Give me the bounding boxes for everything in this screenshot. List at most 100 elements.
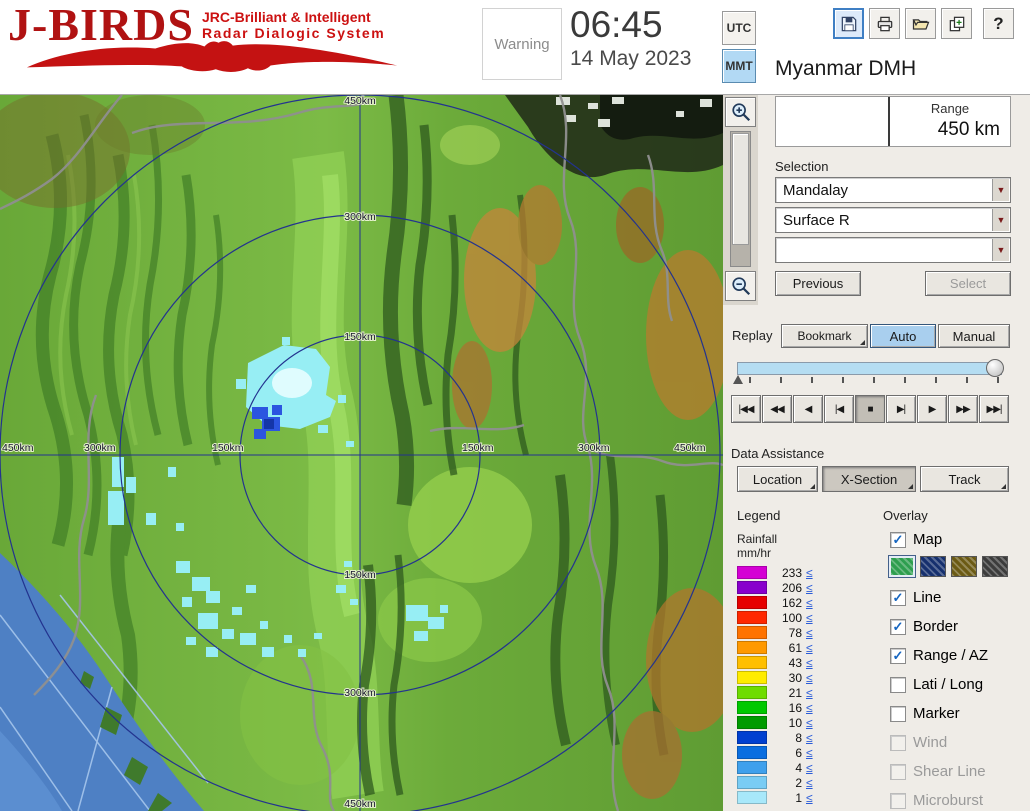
site-select[interactable]: Mandalay ▼	[775, 177, 1011, 203]
save-button[interactable]	[833, 8, 864, 39]
legend-threshold-link[interactable]: ≤	[806, 581, 813, 595]
legend-color-swatch	[737, 776, 767, 789]
bookmark-button[interactable]: Bookmark	[781, 324, 868, 348]
border-checkbox[interactable]: ✓	[890, 619, 906, 635]
station-title: Myanmar DMH	[775, 57, 916, 81]
legend-row: 1≤	[737, 790, 857, 805]
fast-rewind-button[interactable]: ◀◀	[762, 395, 792, 423]
legend-threshold-link[interactable]: ≤	[806, 611, 813, 625]
fast-forward-button[interactable]: ▶▶	[948, 395, 978, 423]
legend-threshold-link[interactable]: ≤	[806, 716, 813, 730]
legend-threshold-link[interactable]: ≤	[806, 746, 813, 760]
ring-label: 150km	[344, 331, 376, 343]
product-select[interactable]: Surface R ▼	[775, 207, 1011, 233]
legend-color-swatch	[737, 596, 767, 609]
timezone-toggle: UTC MMT	[722, 11, 756, 83]
dropdown-arrow-icon[interactable]: ▼	[992, 239, 1009, 261]
copy-image-button[interactable]	[941, 8, 972, 39]
legend-threshold-link[interactable]: ≤	[806, 641, 813, 655]
map-style-navy-swatch[interactable]	[920, 556, 946, 577]
legend-threshold-link[interactable]: ≤	[806, 791, 813, 805]
clock: 06:45 14 May 2023	[570, 4, 720, 71]
open-file-button[interactable]	[905, 8, 936, 39]
play-backward-button[interactable]: ◀	[793, 395, 823, 423]
legend-threshold-link[interactable]: ≤	[806, 671, 813, 685]
overlay-row-microburst: Microburst	[890, 792, 983, 809]
map-style-dark-swatch[interactable]	[982, 556, 1008, 577]
line-checkbox[interactable]: ✓	[890, 590, 906, 606]
legend-color-swatch	[737, 701, 767, 714]
legend-threshold-link[interactable]: ≤	[806, 626, 813, 640]
ring-label: 150km	[462, 442, 494, 454]
zoom-scrollbar-thumb[interactable]	[732, 133, 749, 245]
radar-map-canvas: 450km 300km 150km 150km 300km 450km 450k…	[0, 95, 723, 811]
legend-row: 61≤	[737, 640, 857, 655]
dropdown-arrow-icon[interactable]: ▼	[992, 209, 1009, 231]
data-assistance-label: Data Assistance	[731, 446, 824, 461]
manual-button[interactable]: Manual	[938, 324, 1010, 348]
zoom-out-button[interactable]	[725, 271, 756, 301]
control-panel: Range 450 km Selection Mandalay ▼ Surfac…	[723, 95, 1030, 811]
copy-plus-icon	[947, 14, 967, 34]
ring-label: 150km	[212, 442, 244, 454]
stop-button[interactable]: ■	[855, 395, 885, 423]
timeline-slider[interactable]	[737, 362, 1002, 375]
track-button[interactable]: Track	[920, 466, 1009, 492]
overlay-row-wind: Wind	[890, 734, 947, 751]
ring-label: 300km	[578, 442, 610, 454]
timeline-thumb[interactable]	[986, 359, 1004, 377]
dropdown-arrow-icon[interactable]: ▼	[992, 179, 1009, 201]
zoom-strip	[723, 95, 758, 305]
auto-button[interactable]: Auto	[870, 324, 936, 348]
step-back-button[interactable]: |◀	[824, 395, 854, 423]
marker-checkbox[interactable]	[890, 706, 906, 722]
timeline-start-marker	[733, 375, 743, 384]
legend-row: 206≤	[737, 580, 857, 595]
zoom-scrollbar[interactable]	[730, 131, 751, 267]
warning-button[interactable]: Warning	[482, 8, 562, 80]
legend-row: 8≤	[737, 730, 857, 745]
legend-threshold-link[interactable]: ≤	[806, 731, 813, 745]
range-az-checkbox[interactable]: ✓	[890, 648, 906, 664]
play-button[interactable]: ▶	[917, 395, 947, 423]
legend-threshold-link[interactable]: ≤	[806, 686, 813, 700]
legend-color-swatch	[737, 686, 767, 699]
extra-select[interactable]: ▼	[775, 237, 1011, 263]
select-button[interactable]: Select	[925, 271, 1011, 296]
previous-button[interactable]: Previous	[775, 271, 861, 296]
legend-color-swatch	[737, 731, 767, 744]
lati-long-checkbox[interactable]	[890, 677, 906, 693]
overlay-row-marker: Marker	[890, 705, 960, 722]
map-style-olive-swatch[interactable]	[951, 556, 977, 577]
radar-map[interactable]: 450km 300km 150km 150km 300km 450km 450k…	[0, 95, 723, 811]
map-checkbox[interactable]: ✓	[890, 532, 906, 548]
xsection-button[interactable]: X-Section	[822, 466, 916, 492]
print-button[interactable]	[869, 8, 900, 39]
legend-color-swatch	[737, 716, 767, 729]
check-icon: ✓	[893, 619, 904, 634]
legend-color-swatch	[737, 641, 767, 654]
legend-threshold-link[interactable]: ≤	[806, 761, 813, 775]
step-forward-button[interactable]: ▶|	[886, 395, 916, 423]
utc-button[interactable]: UTC	[722, 11, 756, 45]
overlay-row-shear-line: Shear Line	[890, 763, 986, 780]
overlay-row-border: ✓ Border	[890, 618, 958, 635]
jump-start-button[interactable]: |◀◀	[731, 395, 761, 423]
legend-threshold-link[interactable]: ≤	[806, 656, 813, 670]
zoom-in-button[interactable]	[725, 97, 756, 127]
legend-threshold-link[interactable]: ≤	[806, 701, 813, 715]
help-button[interactable]: ?	[983, 8, 1014, 39]
logo-subtitle-line1: JRC-Brilliant & Intelligent	[202, 9, 385, 25]
replay-label: Replay	[732, 328, 772, 343]
location-button[interactable]: Location	[737, 466, 818, 492]
legend-threshold-link[interactable]: ≤	[806, 596, 813, 610]
legend-threshold-link[interactable]: ≤	[806, 776, 813, 790]
legend-color-swatch	[737, 791, 767, 804]
overlay-title: Overlay	[883, 508, 928, 523]
map-style-green-swatch[interactable]	[889, 556, 915, 577]
legend-threshold-link[interactable]: ≤	[806, 566, 813, 580]
rainfall-legend: 233≤ 206≤ 162≤ 100≤ 78≤ 61≤ 43≤ 30≤ 21≤ …	[737, 565, 857, 805]
jump-end-button[interactable]: ▶▶|	[979, 395, 1009, 423]
mmt-button[interactable]: MMT	[722, 49, 756, 83]
ring-label: 300km	[344, 211, 376, 223]
